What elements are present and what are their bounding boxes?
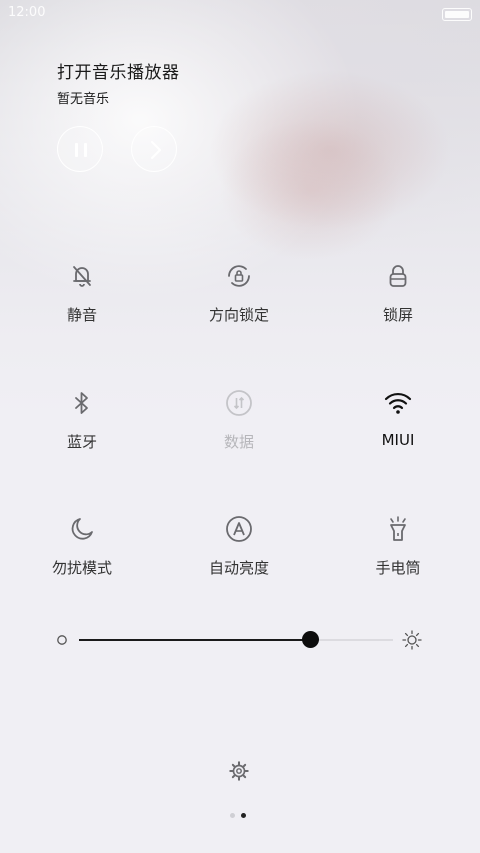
brightness-track-fill xyxy=(79,639,311,641)
tile-rotation-lock[interactable]: 方向锁定 xyxy=(179,261,299,351)
gear-icon[interactable] xyxy=(228,760,250,782)
tile-wifi[interactable]: MIUI xyxy=(338,388,458,478)
tile-mute-label: 静音 xyxy=(66,306,97,324)
status-bar: 12:00 xyxy=(0,0,480,26)
next-track-button[interactable] xyxy=(131,126,177,172)
tile-flashlight-label: 手电筒 xyxy=(375,559,421,577)
tile-lock-screen[interactable]: 锁屏 xyxy=(338,261,458,351)
bluetooth-icon xyxy=(75,392,88,414)
pause-button[interactable] xyxy=(57,126,103,172)
tile-wifi-label: MIUI xyxy=(381,431,415,449)
brightness-slider[interactable] xyxy=(56,625,426,655)
tile-mobile-data[interactable]: 数据 xyxy=(179,388,299,478)
mobile-data-icon xyxy=(226,390,252,416)
chevron-right-icon xyxy=(151,141,161,159)
page-dot-1 xyxy=(230,813,235,818)
status-time: 12:00 xyxy=(8,5,46,20)
tile-mobile-data-label: 数据 xyxy=(223,433,254,451)
tile-rotation-lock-label: 方向锁定 xyxy=(208,306,269,324)
flashlight-icon xyxy=(390,516,406,541)
auto-brightness-icon xyxy=(226,516,252,542)
brightness-low-icon xyxy=(57,635,67,645)
tile-lock-screen-label: 锁屏 xyxy=(382,306,413,324)
tile-do-not-disturb-label: 勿扰模式 xyxy=(51,559,112,577)
brightness-high-icon xyxy=(402,630,422,650)
page-indicator xyxy=(230,813,250,819)
tile-auto-brightness-label: 自动亮度 xyxy=(208,559,269,577)
music-widget[interactable]: 打开音乐播放器 暂无音乐 xyxy=(57,58,180,107)
tile-flashlight[interactable]: 手电筒 xyxy=(338,514,458,604)
wifi-icon xyxy=(384,392,412,414)
pause-icon xyxy=(75,143,87,157)
music-subtitle: 暂无音乐 xyxy=(57,92,110,107)
battery-icon xyxy=(442,8,472,21)
brightness-thumb[interactable] xyxy=(302,631,319,648)
lock-icon xyxy=(389,265,407,287)
tile-do-not-disturb[interactable]: 勿扰模式 xyxy=(22,514,142,604)
page-dot-2 xyxy=(241,813,246,818)
tile-auto-brightness[interactable]: 自动亮度 xyxy=(179,514,299,604)
bell-off-icon xyxy=(73,266,91,287)
moon-icon xyxy=(71,518,93,540)
rotation-lock-icon xyxy=(228,265,250,287)
tile-bluetooth-label: 蓝牙 xyxy=(66,433,97,451)
tile-mute[interactable]: 静音 xyxy=(22,261,142,351)
tile-bluetooth[interactable]: 蓝牙 xyxy=(22,388,142,478)
music-title[interactable]: 打开音乐播放器 xyxy=(57,58,180,83)
